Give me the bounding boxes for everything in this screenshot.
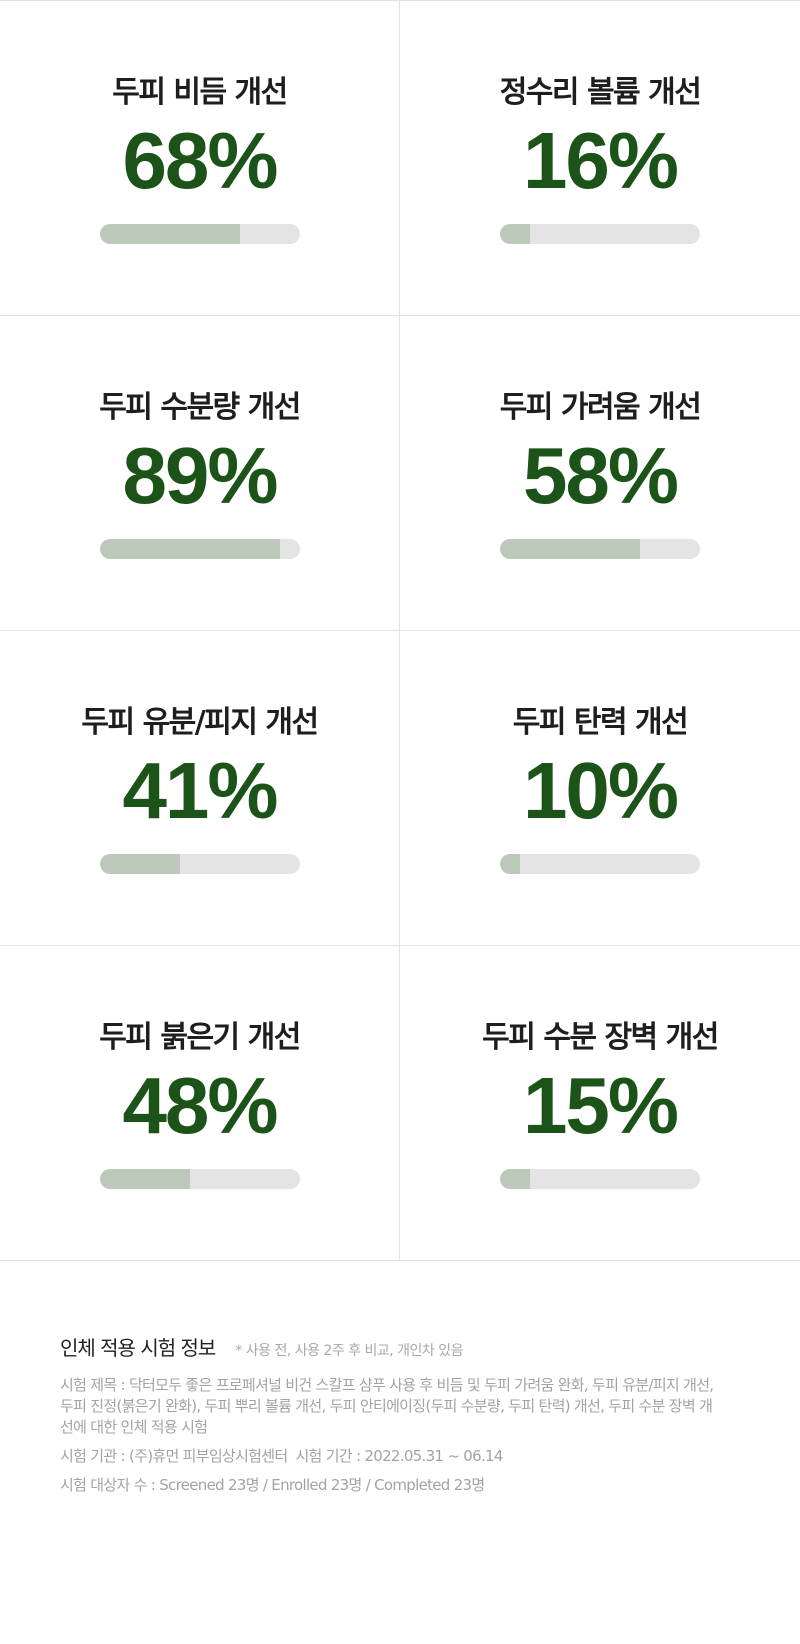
info-period: 시험 기간 : 2022.05.31 ~ 06.14 [295,1447,503,1465]
metric-card-moisture: 두피 수분량 개선 89% [0,316,400,631]
info-note: * 사용 전, 사용 2주 후 비교, 개인차 있음 [235,1343,464,1359]
metric-progress-fill [100,854,180,874]
metric-progress-fill [500,1169,530,1189]
info-institution-period: 시험 기관 : (주)휴먼 피부임상시험센터 시험 기간 : 2022.05.31… [60,1446,720,1467]
metric-progress-track [500,854,700,874]
metric-progress-fill [100,539,280,559]
info-title: 인체 적용 시험 정보 [60,1336,216,1360]
metric-card-moisture-barrier: 두피 수분 장벽 개선 15% [400,946,800,1261]
metric-value: 16% [522,116,679,205]
info-subjects: 시험 대상자 수 : Screened 23명 / Enrolled 23명 /… [60,1476,485,1494]
metric-progress-fill [500,854,520,874]
metric-progress-fill [100,224,240,244]
metric-value: 48% [122,1061,278,1150]
metric-progress-track [500,224,700,244]
metric-title: 두피 유분/피지 개선 [81,705,319,740]
metric-title: 두피 비듬 개선 [112,75,288,110]
metric-title: 두피 가려움 개선 [499,390,702,425]
metric-card-redness: 두피 붉은기 개선 48% [0,946,400,1261]
metric-progress-track [100,224,300,244]
metric-value: 68% [122,116,278,205]
metric-progress-track [100,854,300,874]
metric-progress-track [100,539,300,559]
metric-progress-fill [500,539,640,559]
metric-value: 41% [122,746,278,835]
metric-title: 정수리 볼륨 개선 [499,75,702,110]
metric-title: 두피 탄력 개선 [512,705,689,740]
metric-value: 10% [522,746,679,835]
metric-card-crown-volume: 정수리 볼륨 개선 16% [400,1,800,316]
metric-title: 두피 수분량 개선 [99,390,301,425]
clinical-test-info: 인체 적용 시험 정보 * 사용 전, 사용 2주 후 비교, 개인차 있음 시… [60,1332,720,1496]
metric-title: 두피 수분 장벽 개선 [482,1020,719,1055]
info-header: 인체 적용 시험 정보 * 사용 전, 사용 2주 후 비교, 개인차 있음 [60,1332,720,1361]
metric-value: 89% [122,431,278,520]
metric-card-sebum: 두피 유분/피지 개선 41% [0,631,400,946]
metric-card-dandruff: 두피 비듬 개선 68% [0,1,400,316]
info-test-title: 시험 제목 : 닥터모두 좋은 프로페셔널 비건 스칼프 샴푸 사용 후 비듬 … [60,1376,714,1436]
metric-progress-track [500,539,700,559]
metric-value: 15% [522,1061,679,1150]
metric-progress-track [100,1169,300,1189]
metric-card-itchiness: 두피 가려움 개선 58% [400,316,800,631]
info-institution: 시험 기관 : (주)휴먼 피부임상시험센터 [60,1447,288,1465]
metric-progress-fill [500,224,530,244]
metric-value: 58% [522,431,679,520]
metric-title: 두피 붉은기 개선 [99,1020,301,1055]
metrics-grid: 두피 비듬 개선 68% 정수리 볼륨 개선 16% 두피 수분량 개선 89%… [0,0,800,1261]
metric-card-elasticity: 두피 탄력 개선 10% [400,631,800,946]
metric-progress-fill [100,1169,190,1189]
metric-progress-track [500,1169,700,1189]
